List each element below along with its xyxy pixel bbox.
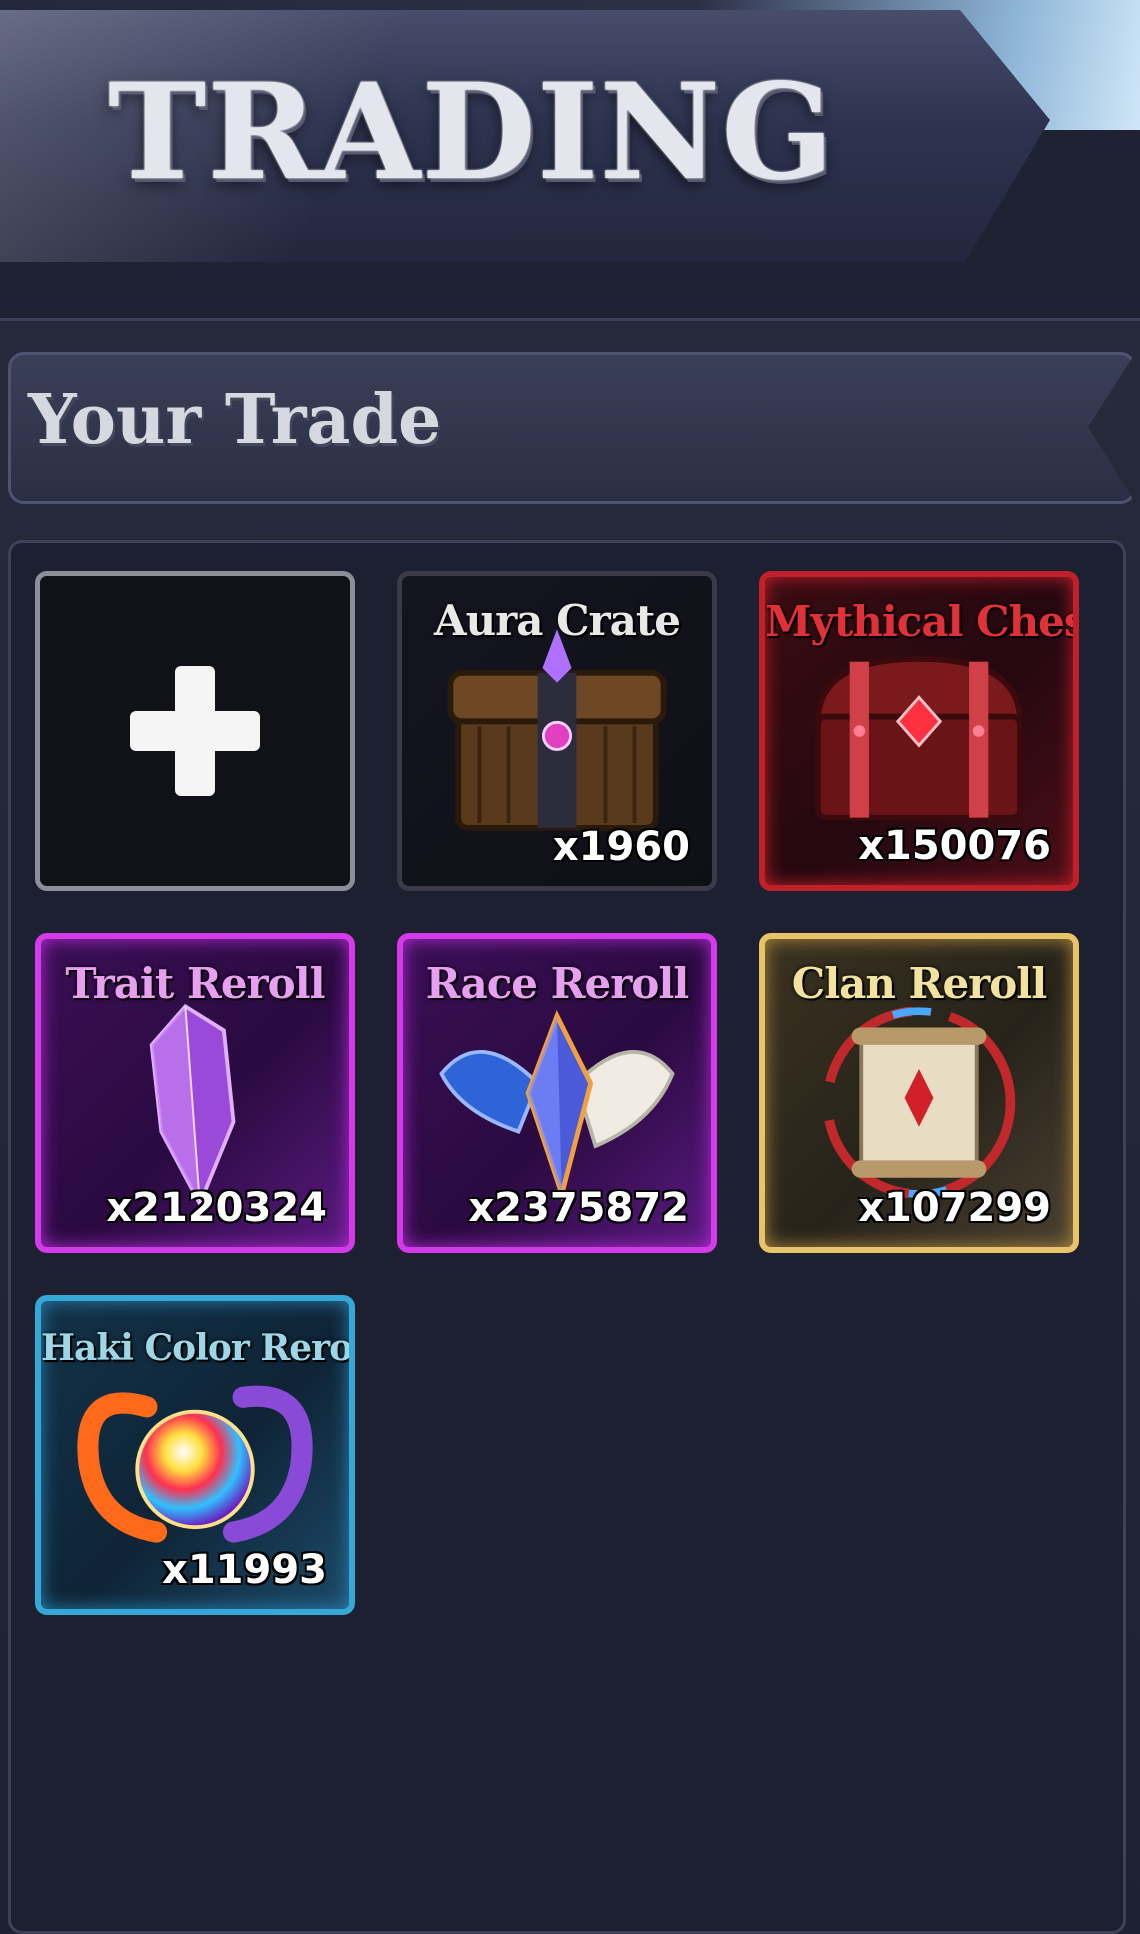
trade-item-haki-color-reroll[interactable]: Haki Color Reroll x11993	[35, 1295, 355, 1615]
item-count: x107299	[858, 1185, 1051, 1231]
item-count: x2375872	[468, 1185, 689, 1231]
item-name: Race Reroll	[425, 959, 690, 1008]
item-name: Clan Reroll	[791, 959, 1047, 1008]
trade-item-mythical-chest[interactable]: Mythical Chest x150076	[759, 571, 1079, 891]
trade-item-aura-crate[interactable]: Aura Crate x1960	[397, 571, 717, 891]
page-title: TRADING	[108, 55, 835, 210]
item-count: x1960	[552, 824, 690, 870]
item-name: Mythical Chest	[765, 597, 1079, 646]
add-item-button[interactable]	[35, 571, 355, 891]
item-name: Haki Color Reroll	[41, 1327, 355, 1369]
trade-items-grid: Aura Crate x1960 Mythical Chest x150076 …	[8, 540, 1126, 1934]
item-count: x11993	[162, 1547, 327, 1593]
trade-item-trait-reroll[interactable]: Trait Reroll x2120324	[35, 933, 355, 1253]
item-name: Aura Crate	[434, 596, 681, 645]
item-count: x150076	[858, 823, 1051, 869]
trade-item-clan-reroll[interactable]: Clan Reroll x107299	[759, 933, 1079, 1253]
item-name: Trait Reroll	[65, 959, 325, 1008]
plus-icon	[130, 666, 260, 796]
trade-item-race-reroll[interactable]: Race Reroll x2375872	[397, 933, 717, 1253]
item-count: x2120324	[106, 1185, 327, 1231]
your-trade-title: Your Trade	[28, 380, 442, 460]
